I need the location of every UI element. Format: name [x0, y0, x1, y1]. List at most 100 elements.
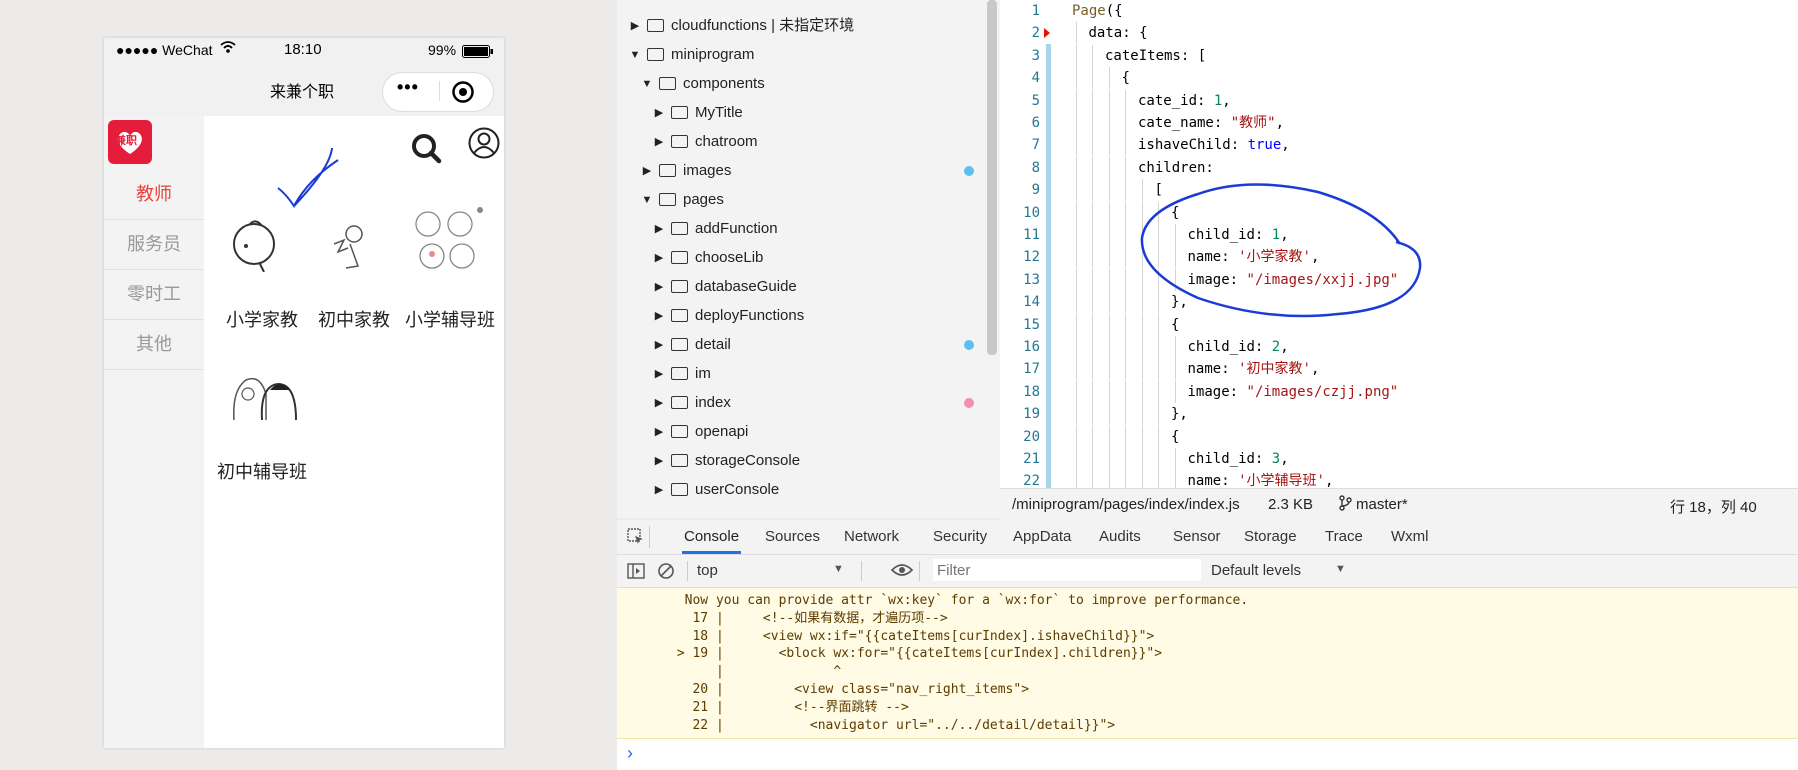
- sidebar-item-other[interactable]: 其他: [104, 320, 204, 370]
- eye-icon[interactable]: [890, 563, 914, 581]
- folder-icon: [671, 483, 688, 496]
- line-number: 19: [1023, 406, 1040, 423]
- tab-audits[interactable]: Audits: [1099, 520, 1141, 554]
- log-levels-dropdown[interactable]: Default levels: [1211, 562, 1301, 579]
- chevron-right-icon[interactable]: ▶: [653, 333, 665, 357]
- chevron-right-icon[interactable]: ▶: [653, 362, 665, 386]
- code-editor[interactable]: 1 Page({2 data: {3 cateItems: [4 {5 cate_id: …: [1000, 0, 1798, 493]
- tree-item[interactable]: ▶ chooseLib: [653, 246, 969, 270]
- tree-item[interactable]: ▼ pages: [641, 188, 969, 212]
- tab-appdata[interactable]: AppData: [1013, 520, 1071, 554]
- indent-guide: [1075, 67, 1077, 90]
- tutoring-class-illustration: [415, 207, 483, 269]
- indent-guide: [1141, 403, 1143, 426]
- line-number: 13: [1023, 271, 1040, 288]
- chevron-right-icon[interactable]: ▶: [653, 101, 665, 125]
- code-line[interactable]: data: {: [1089, 22, 1148, 44]
- tab-console[interactable]: Console: [682, 520, 742, 554]
- code-token: true: [1247, 137, 1282, 154]
- code-token: name:: [1187, 361, 1239, 378]
- explorer-scrollbar[interactable]: [987, 0, 997, 355]
- indent-guide: [1108, 224, 1110, 246]
- tree-item[interactable]: ▶ storageConsole: [653, 449, 969, 473]
- tree-item[interactable]: ▶ addFunction: [653, 217, 969, 241]
- chevron-down-icon[interactable]: ▼: [641, 188, 653, 212]
- clear-console-icon[interactable]: [657, 562, 675, 584]
- tree-item[interactable]: ▶ userConsole: [653, 478, 969, 502]
- user-profile-icon[interactable]: [468, 126, 500, 165]
- chevron-right-icon[interactable]: ▶: [653, 420, 665, 444]
- line-number: 11: [1023, 227, 1040, 243]
- tab-wxml[interactable]: Wxml: [1391, 520, 1429, 554]
- tree-item[interactable]: ▶ index: [653, 391, 974, 415]
- chevron-right-icon[interactable]: ▶: [653, 246, 665, 270]
- code-line[interactable]: {: [1122, 67, 1130, 89]
- tab-security[interactable]: Security: [933, 520, 987, 554]
- category-primary-class[interactable]: 小学辅导班: [400, 306, 500, 332]
- tree-item[interactable]: ▶ chatroom: [653, 130, 969, 154]
- cursor-position[interactable]: 行 18，列 40: [1670, 496, 1757, 517]
- tree-item[interactable]: ▶ openapi: [653, 420, 969, 444]
- tab-sources[interactable]: Sources: [765, 520, 820, 554]
- chevron-down-icon[interactable]: ▼: [641, 72, 653, 96]
- tree-item[interactable]: ▶ deployFunctions: [653, 304, 969, 328]
- code-line[interactable]: cate_id: 1,: [1138, 90, 1231, 112]
- category-middle-class[interactable]: 初中辅导班: [216, 458, 308, 484]
- chevron-right-icon[interactable]: ▶: [653, 275, 665, 299]
- chevron-right-icon[interactable]: ▶: [653, 304, 665, 328]
- sidebar-item-teacher[interactable]: 教师: [104, 170, 204, 220]
- code-line[interactable]: ishaveChild: true,: [1138, 134, 1290, 156]
- tree-item[interactable]: ▶ detail: [653, 333, 974, 357]
- category-middle-tutor[interactable]: 初中家教: [308, 306, 400, 332]
- tree-item[interactable]: ▶ MyTitle: [653, 101, 969, 125]
- code-token: "教师": [1230, 115, 1276, 131]
- chevron-right-icon[interactable]: ▶: [653, 217, 665, 241]
- chevron-right-icon[interactable]: ▶: [653, 391, 665, 415]
- chevron-right-icon[interactable]: ▶: [653, 130, 665, 154]
- chevron-right-icon[interactable]: ▶: [653, 478, 665, 502]
- tab-sensor[interactable]: Sensor: [1173, 520, 1221, 554]
- search-icon[interactable]: [410, 132, 442, 169]
- console-filter-input[interactable]: [933, 559, 1201, 581]
- console-output[interactable]: Now you can provide attr `wx:key` for a …: [617, 588, 1798, 739]
- code-line[interactable]: name: '初中家教',: [1188, 358, 1320, 380]
- code-line[interactable]: cate_name: "教师",: [1138, 112, 1284, 134]
- chevron-down-icon[interactable]: ▼: [629, 43, 641, 67]
- chevron-right-icon[interactable]: ▶: [629, 14, 641, 38]
- line-number: 9: [1031, 182, 1040, 199]
- code-line[interactable]: image: "/images/czjj.png": [1188, 381, 1399, 403]
- chevron-right-icon[interactable]: ▶: [641, 159, 653, 183]
- tree-item[interactable]: ▶ im: [653, 362, 969, 386]
- git-branch[interactable]: master*: [1356, 496, 1408, 513]
- code-line[interactable]: },: [1171, 403, 1188, 425]
- tree-item[interactable]: ▶ images: [641, 159, 974, 183]
- indent-guide: [1092, 179, 1093, 202]
- console-prompt[interactable]: ›: [617, 739, 1798, 770]
- category-primary-tutor[interactable]: 小学家教: [216, 306, 308, 332]
- tree-item[interactable]: ▶ cloudfunctions | 未指定环境: [629, 14, 969, 38]
- chevron-right-icon[interactable]: ▶: [653, 449, 665, 473]
- code-line[interactable]: children:: [1138, 157, 1214, 179]
- console-line: 20 | <view class="nav_right_items">: [669, 682, 1030, 697]
- sidebar-item-temp-worker[interactable]: 零时工: [104, 270, 204, 320]
- inspect-element-icon[interactable]: [627, 528, 645, 550]
- indent-guide: [1125, 268, 1126, 291]
- tab-trace[interactable]: Trace: [1325, 520, 1363, 554]
- code-line[interactable]: Page({: [1072, 0, 1123, 22]
- close-mini-program-button[interactable]: [451, 80, 475, 109]
- tree-item[interactable]: ▼ components: [641, 72, 969, 96]
- code-line[interactable]: child_id: 3,: [1188, 448, 1289, 470]
- code-line[interactable]: {: [1171, 426, 1179, 448]
- code-token: cate_id:: [1138, 92, 1214, 109]
- code-line[interactable]: child_id: 2,: [1188, 336, 1289, 358]
- code-line[interactable]: cateItems: [: [1105, 45, 1206, 67]
- indent-guide: [1075, 246, 1077, 269]
- tab-network[interactable]: Network: [844, 520, 899, 554]
- context-selector[interactable]: top ▼: [693, 558, 853, 584]
- more-menu-button[interactable]: •••: [397, 77, 419, 98]
- tree-item[interactable]: ▶ databaseGuide: [653, 275, 969, 299]
- tab-storage[interactable]: Storage: [1244, 520, 1297, 554]
- sidebar-item-waiter[interactable]: 服务员: [104, 220, 204, 270]
- sidebar-toggle-icon[interactable]: [627, 563, 645, 583]
- tree-item[interactable]: ▼ miniprogram: [629, 43, 969, 67]
